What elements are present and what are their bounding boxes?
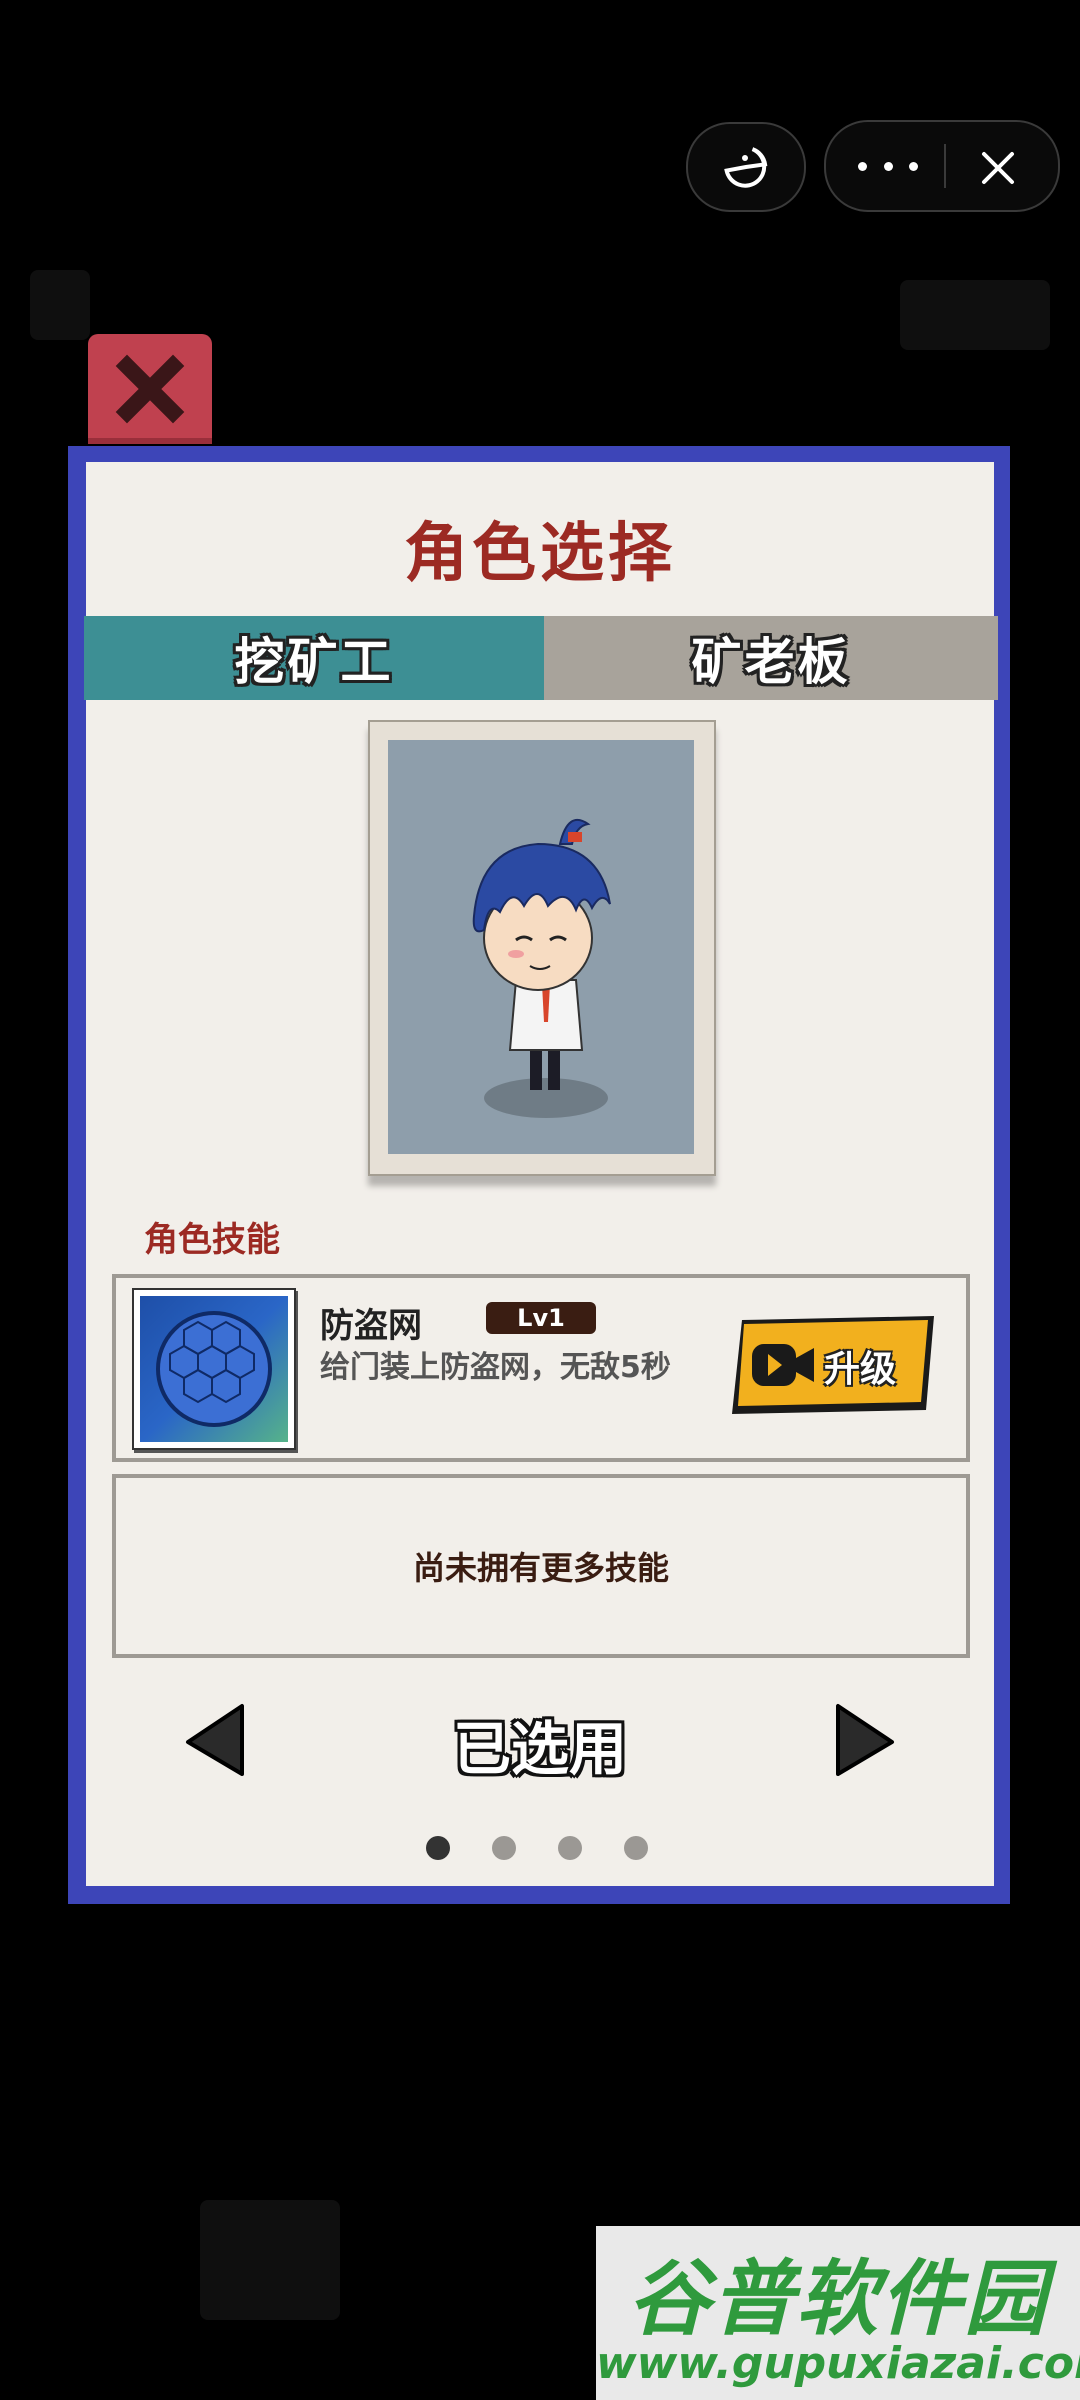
- character-portrait-frame: [368, 720, 716, 1176]
- skill-name: 防盗网: [320, 1306, 422, 1346]
- capsule-divider: [944, 144, 946, 188]
- background-item: [900, 280, 1050, 350]
- modal-close-button[interactable]: [88, 334, 212, 444]
- close-icon[interactable]: [976, 146, 1020, 190]
- page-dot-3: [558, 1836, 582, 1860]
- tab-boss[interactable]: 矿老板: [544, 616, 998, 700]
- background-item: [30, 270, 90, 340]
- next-arrow-icon[interactable]: [828, 1702, 898, 1778]
- tab-miner[interactable]: 挖矿工: [84, 616, 544, 700]
- skill-level-badge: Lv1: [486, 1302, 596, 1334]
- miner-character-illustration: [472, 819, 611, 1118]
- pacman-button[interactable]: [686, 122, 806, 212]
- anti-theft-net-icon: [132, 1288, 296, 1450]
- character-tabs: 挖矿工 矿老板: [84, 616, 998, 700]
- watermark-title: 谷普软件园: [628, 2252, 1048, 2347]
- watermark: 谷普软件园 www.gupuxiazai.com: [596, 2226, 1080, 2400]
- close-x-icon: [115, 354, 185, 424]
- video-camera-icon: [752, 1344, 814, 1386]
- skills-heading: 角色技能: [144, 1220, 280, 1260]
- page-dot-1: [426, 1836, 450, 1860]
- page-dot-4: [624, 1836, 648, 1860]
- modal-panel: 角色选择 挖矿工 矿老板 角色技能 防盗网 Lv1 给门装上防盗网，无敌5秒 升…: [84, 462, 998, 1886]
- skill-description: 给门装上防盗网，无敌5秒: [320, 1350, 671, 1385]
- modal-title: 角色选择: [404, 517, 676, 591]
- no-more-skills-card: 尚未拥有更多技能: [112, 1474, 970, 1658]
- background-item: [200, 2200, 340, 2320]
- watermark-url: www.gupuxiazai.com: [596, 2338, 1080, 2389]
- more-dots-icon[interactable]: [858, 152, 918, 180]
- pacman-icon: [724, 147, 768, 188]
- upgrade-label: 升级: [824, 1349, 897, 1390]
- upgrade-button[interactable]: 升级: [728, 1314, 940, 1418]
- character-portrait: [388, 740, 694, 1154]
- page-indicator: [426, 1836, 666, 1862]
- page-dot-2: [492, 1836, 516, 1860]
- skill-card: 防盗网 Lv1 给门装上防盗网，无敌5秒 升级: [112, 1274, 970, 1462]
- capsule-menu: [824, 120, 1060, 212]
